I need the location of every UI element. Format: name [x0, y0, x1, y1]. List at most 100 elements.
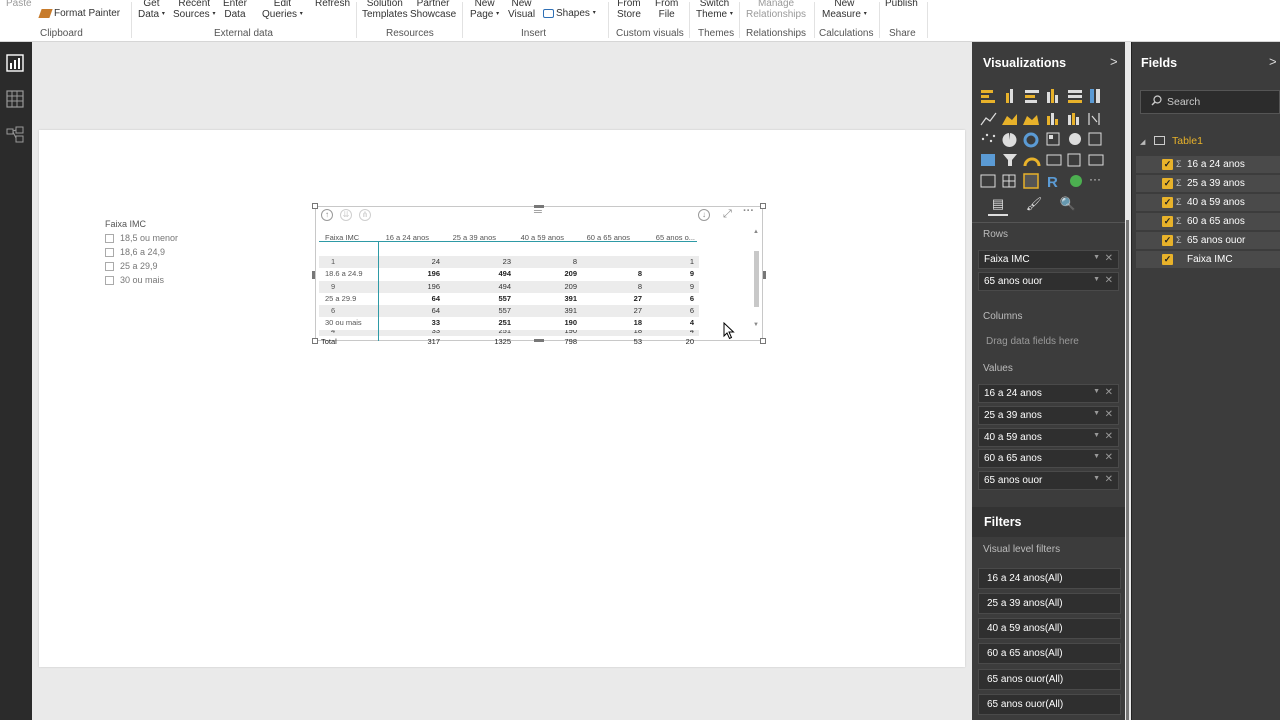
- columns-drop-zone[interactable]: Drag data fields here: [986, 336, 1079, 347]
- partner-showcase-button[interactable]: Partner Showcase: [410, 0, 456, 20]
- rows-field-well[interactable]: Faixa IMC ▼ ✕: [978, 250, 1119, 269]
- drill-up-icon[interactable]: ↑: [321, 209, 333, 221]
- solution-templates-button[interactable]: Solution Templates: [362, 0, 408, 20]
- pane-scrollbar[interactable]: [1126, 220, 1129, 720]
- values-field-well[interactable]: 60 a 65 anos ▼ ✕: [978, 449, 1119, 468]
- checkbox[interactable]: [105, 275, 114, 285]
- dropdown-icon[interactable]: ▼: [1093, 388, 1100, 395]
- remove-icon[interactable]: ✕: [1105, 253, 1113, 264]
- values-field-well[interactable]: 25 a 39 anos ▼ ✕: [978, 406, 1119, 425]
- enter-data-button[interactable]: Enter Data: [223, 0, 247, 20]
- dropdown-icon[interactable]: ▼: [1093, 453, 1100, 460]
- refresh-button[interactable]: Refresh: [315, 0, 350, 9]
- chevron-right-icon[interactable]: >: [1110, 54, 1118, 69]
- dropdown-icon[interactable]: ▼: [1093, 276, 1100, 283]
- resize-handle[interactable]: [763, 271, 766, 279]
- checkbox-checked-icon[interactable]: ✓: [1162, 197, 1173, 208]
- remove-icon[interactable]: ✕: [1105, 387, 1113, 398]
- fields-tab-icon[interactable]: ▤: [988, 196, 1008, 216]
- table-node[interactable]: ◢ Table1: [1140, 135, 1203, 149]
- dropdown-icon[interactable]: ▼: [1093, 410, 1100, 417]
- slicer-visual[interactable]: Faixa IMC 18,5 ou menor 18,6 a 24,9 25 a…: [105, 219, 265, 287]
- checkbox[interactable]: [105, 261, 114, 271]
- dropdown-icon[interactable]: ▼: [1093, 475, 1100, 482]
- column-header[interactable]: 16 a 24 anos: [384, 231, 429, 245]
- publish-button[interactable]: Publish: [885, 0, 918, 9]
- slicer-item[interactable]: 25 a 29,9: [105, 259, 265, 273]
- remove-icon[interactable]: ✕: [1105, 431, 1113, 442]
- column-header[interactable]: 65 anos o...: [652, 231, 695, 245]
- field-item[interactable]: ✓ Σ 60 a 65 anos: [1136, 213, 1280, 230]
- slicer-item[interactable]: 18,5 ou menor: [105, 231, 265, 245]
- new-visual-button[interactable]: New Visual: [508, 0, 535, 20]
- checkbox[interactable]: [105, 233, 114, 243]
- drill-down-icon[interactable]: ⋔: [359, 209, 371, 221]
- remove-icon[interactable]: ✕: [1105, 452, 1113, 463]
- report-view-icon[interactable]: [6, 54, 24, 72]
- checkbox-checked-icon[interactable]: ✓: [1162, 159, 1173, 170]
- field-item[interactable]: ✓ Σ 40 a 59 anos: [1136, 194, 1280, 211]
- from-file-button[interactable]: From File: [655, 0, 678, 20]
- values-field-well[interactable]: 65 anos ouor ▼ ✕: [978, 471, 1119, 490]
- dropdown-icon[interactable]: ▼: [1093, 432, 1100, 439]
- checkbox-checked-icon[interactable]: ✓: [1162, 178, 1173, 189]
- filter-card[interactable]: 40 a 59 anos(All): [978, 618, 1121, 639]
- switch-theme-button[interactable]: Switch Theme ▾: [696, 0, 733, 20]
- resize-handle[interactable]: [312, 271, 315, 279]
- field-item[interactable]: ✓ Σ 25 a 39 anos: [1136, 175, 1280, 192]
- column-header[interactable]: Faixa IMC: [325, 231, 371, 245]
- checkbox-checked-icon[interactable]: ✓: [1162, 235, 1173, 246]
- values-field-well[interactable]: 40 a 59 anos ▼ ✕: [978, 428, 1119, 447]
- remove-icon[interactable]: ✕: [1105, 409, 1113, 420]
- edit-queries-button[interactable]: Edit Queries ▾: [262, 0, 303, 20]
- drill-mode-icon[interactable]: ↓: [698, 209, 710, 221]
- recent-sources-button[interactable]: Recent Sources ▾: [173, 0, 215, 20]
- drag-grip-icon[interactable]: ═: [534, 206, 542, 218]
- resize-handle[interactable]: [760, 203, 766, 209]
- search-input[interactable]: [1167, 95, 1267, 109]
- remove-icon[interactable]: ✕: [1105, 275, 1113, 286]
- scroll-down-icon[interactable]: ▼: [753, 322, 759, 328]
- chevron-right-icon[interactable]: >: [1269, 54, 1277, 69]
- filter-card[interactable]: 60 a 65 anos(All): [978, 643, 1121, 664]
- matrix-scrollbar[interactable]: ▲ ▼: [753, 229, 760, 329]
- resize-handle[interactable]: [312, 203, 318, 209]
- matrix-visual[interactable]: ↑ ⇊ ⋔ ═ ↓ ⤢ ··· Faixa IMC 16 a 24 anos 2…: [312, 203, 766, 346]
- filter-card[interactable]: 25 a 39 anos(All): [978, 593, 1121, 614]
- field-item[interactable]: ✓ Σ 16 a 24 anos: [1136, 156, 1280, 173]
- resize-handle[interactable]: [760, 338, 766, 344]
- slicer-item[interactable]: 30 ou mais: [105, 273, 265, 287]
- from-store-button[interactable]: From Store: [617, 0, 641, 20]
- filter-card[interactable]: 65 anos ouor(All): [978, 669, 1121, 690]
- expand-all-icon[interactable]: ⇊: [340, 209, 352, 221]
- filter-card[interactable]: 16 a 24 anos(All): [978, 568, 1121, 589]
- slicer-item[interactable]: 18,6 a 24,9: [105, 245, 265, 259]
- column-header[interactable]: 25 a 39 anos: [451, 231, 496, 245]
- focus-mode-icon[interactable]: ⤢: [723, 208, 732, 221]
- checkbox[interactable]: [105, 247, 114, 257]
- expand-triangle-icon[interactable]: ◢: [1140, 138, 1150, 146]
- new-page-button[interactable]: New Page ▾: [470, 0, 499, 20]
- visual-type-icons[interactable]: R ···: [979, 86, 1119, 191]
- column-header[interactable]: 60 a 65 anos: [585, 231, 630, 245]
- checkbox-checked-icon[interactable]: ✓: [1162, 216, 1173, 227]
- scrollbar-thumb[interactable]: [754, 251, 759, 307]
- values-field-well[interactable]: 16 a 24 anos ▼ ✕: [978, 384, 1119, 403]
- search-box[interactable]: [1140, 90, 1280, 114]
- manage-relationships-button[interactable]: Manage Relationships: [746, 0, 806, 20]
- resize-handle[interactable]: [312, 338, 318, 344]
- format-painter-button[interactable]: Format Painter: [38, 8, 120, 19]
- column-header[interactable]: 40 a 59 anos: [519, 231, 564, 245]
- get-data-button[interactable]: Get Data ▾: [138, 0, 165, 20]
- remove-icon[interactable]: ✕: [1105, 474, 1113, 485]
- scroll-up-icon[interactable]: ▲: [753, 229, 759, 235]
- more-options-icon[interactable]: ···: [743, 205, 754, 217]
- field-item[interactable]: ✓ Faixa IMC: [1136, 251, 1280, 268]
- filter-card[interactable]: 65 anos ouor(All): [978, 694, 1121, 715]
- field-item[interactable]: ✓ Σ 65 anos ouor: [1136, 232, 1280, 249]
- format-paint-roller-icon[interactable]: 🖌: [1024, 196, 1044, 216]
- shapes-button[interactable]: Shapes ▾: [543, 8, 596, 19]
- checkbox-checked-icon[interactable]: ✓: [1162, 254, 1173, 265]
- relationships-view-icon[interactable]: [6, 126, 24, 144]
- analytics-magnifier-icon[interactable]: 🔍: [1058, 196, 1078, 216]
